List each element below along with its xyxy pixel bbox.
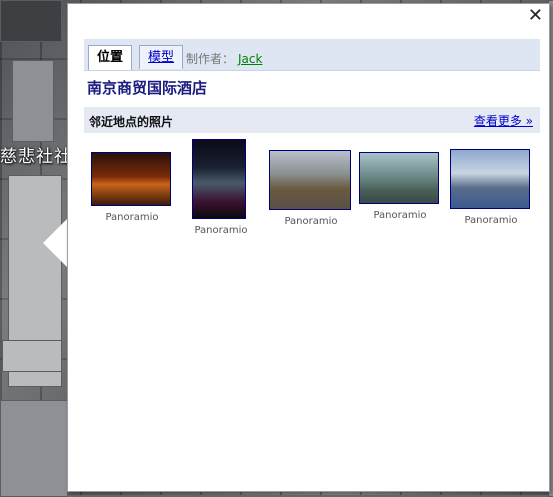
photo-image[interactable] <box>192 139 246 219</box>
building <box>2 340 62 372</box>
map-place-label: 慈悲社社 <box>0 147 72 167</box>
author-prefix: 制作者： <box>186 52 235 66</box>
nearby-photos-title: 邻近地点的照片 <box>89 115 174 129</box>
tab-bar: 位置 模型 制作者： Jack <box>84 39 540 71</box>
photo-thumbnail: Panoramio <box>269 150 353 227</box>
building <box>12 60 54 142</box>
photo-image[interactable] <box>359 152 439 204</box>
balloon-pointer <box>43 218 68 268</box>
photo-thumbnail: Panoramio <box>91 152 173 223</box>
place-title: 南京商贸国际酒店 <box>87 79 208 97</box>
info-balloon: ✕ 位置 模型 制作者： Jack 南京商贸国际酒店 邻近地点的照片 查看更多 »… <box>67 3 550 492</box>
photo-caption: Panoramio <box>194 225 248 236</box>
photo-image[interactable] <box>269 150 351 210</box>
author-info: 制作者： Jack <box>186 50 262 67</box>
photo-thumbnail: Panoramio <box>450 149 532 226</box>
photo-image[interactable] <box>450 149 530 209</box>
tab-location[interactable]: 位置 <box>88 45 133 70</box>
tab-model[interactable]: 模型 <box>139 45 184 69</box>
photo-caption: Panoramio <box>105 212 159 223</box>
see-more-link[interactable]: 查看更多 » <box>474 112 533 129</box>
nearby-photos-header: 邻近地点的照片 查看更多 » <box>84 107 540 133</box>
photo-caption: Panoramio <box>464 215 518 226</box>
photo-thumbnail: Panoramio <box>359 152 441 221</box>
photo-caption: Panoramio <box>373 210 427 221</box>
photo-image[interactable] <box>91 152 171 206</box>
photo-caption: Panoramio <box>284 216 338 227</box>
photo-thumbnail: Panoramio <box>192 139 250 236</box>
building <box>0 400 68 497</box>
author-link[interactable]: Jack <box>238 52 262 66</box>
close-icon[interactable]: ✕ <box>528 6 543 26</box>
building <box>0 0 62 42</box>
